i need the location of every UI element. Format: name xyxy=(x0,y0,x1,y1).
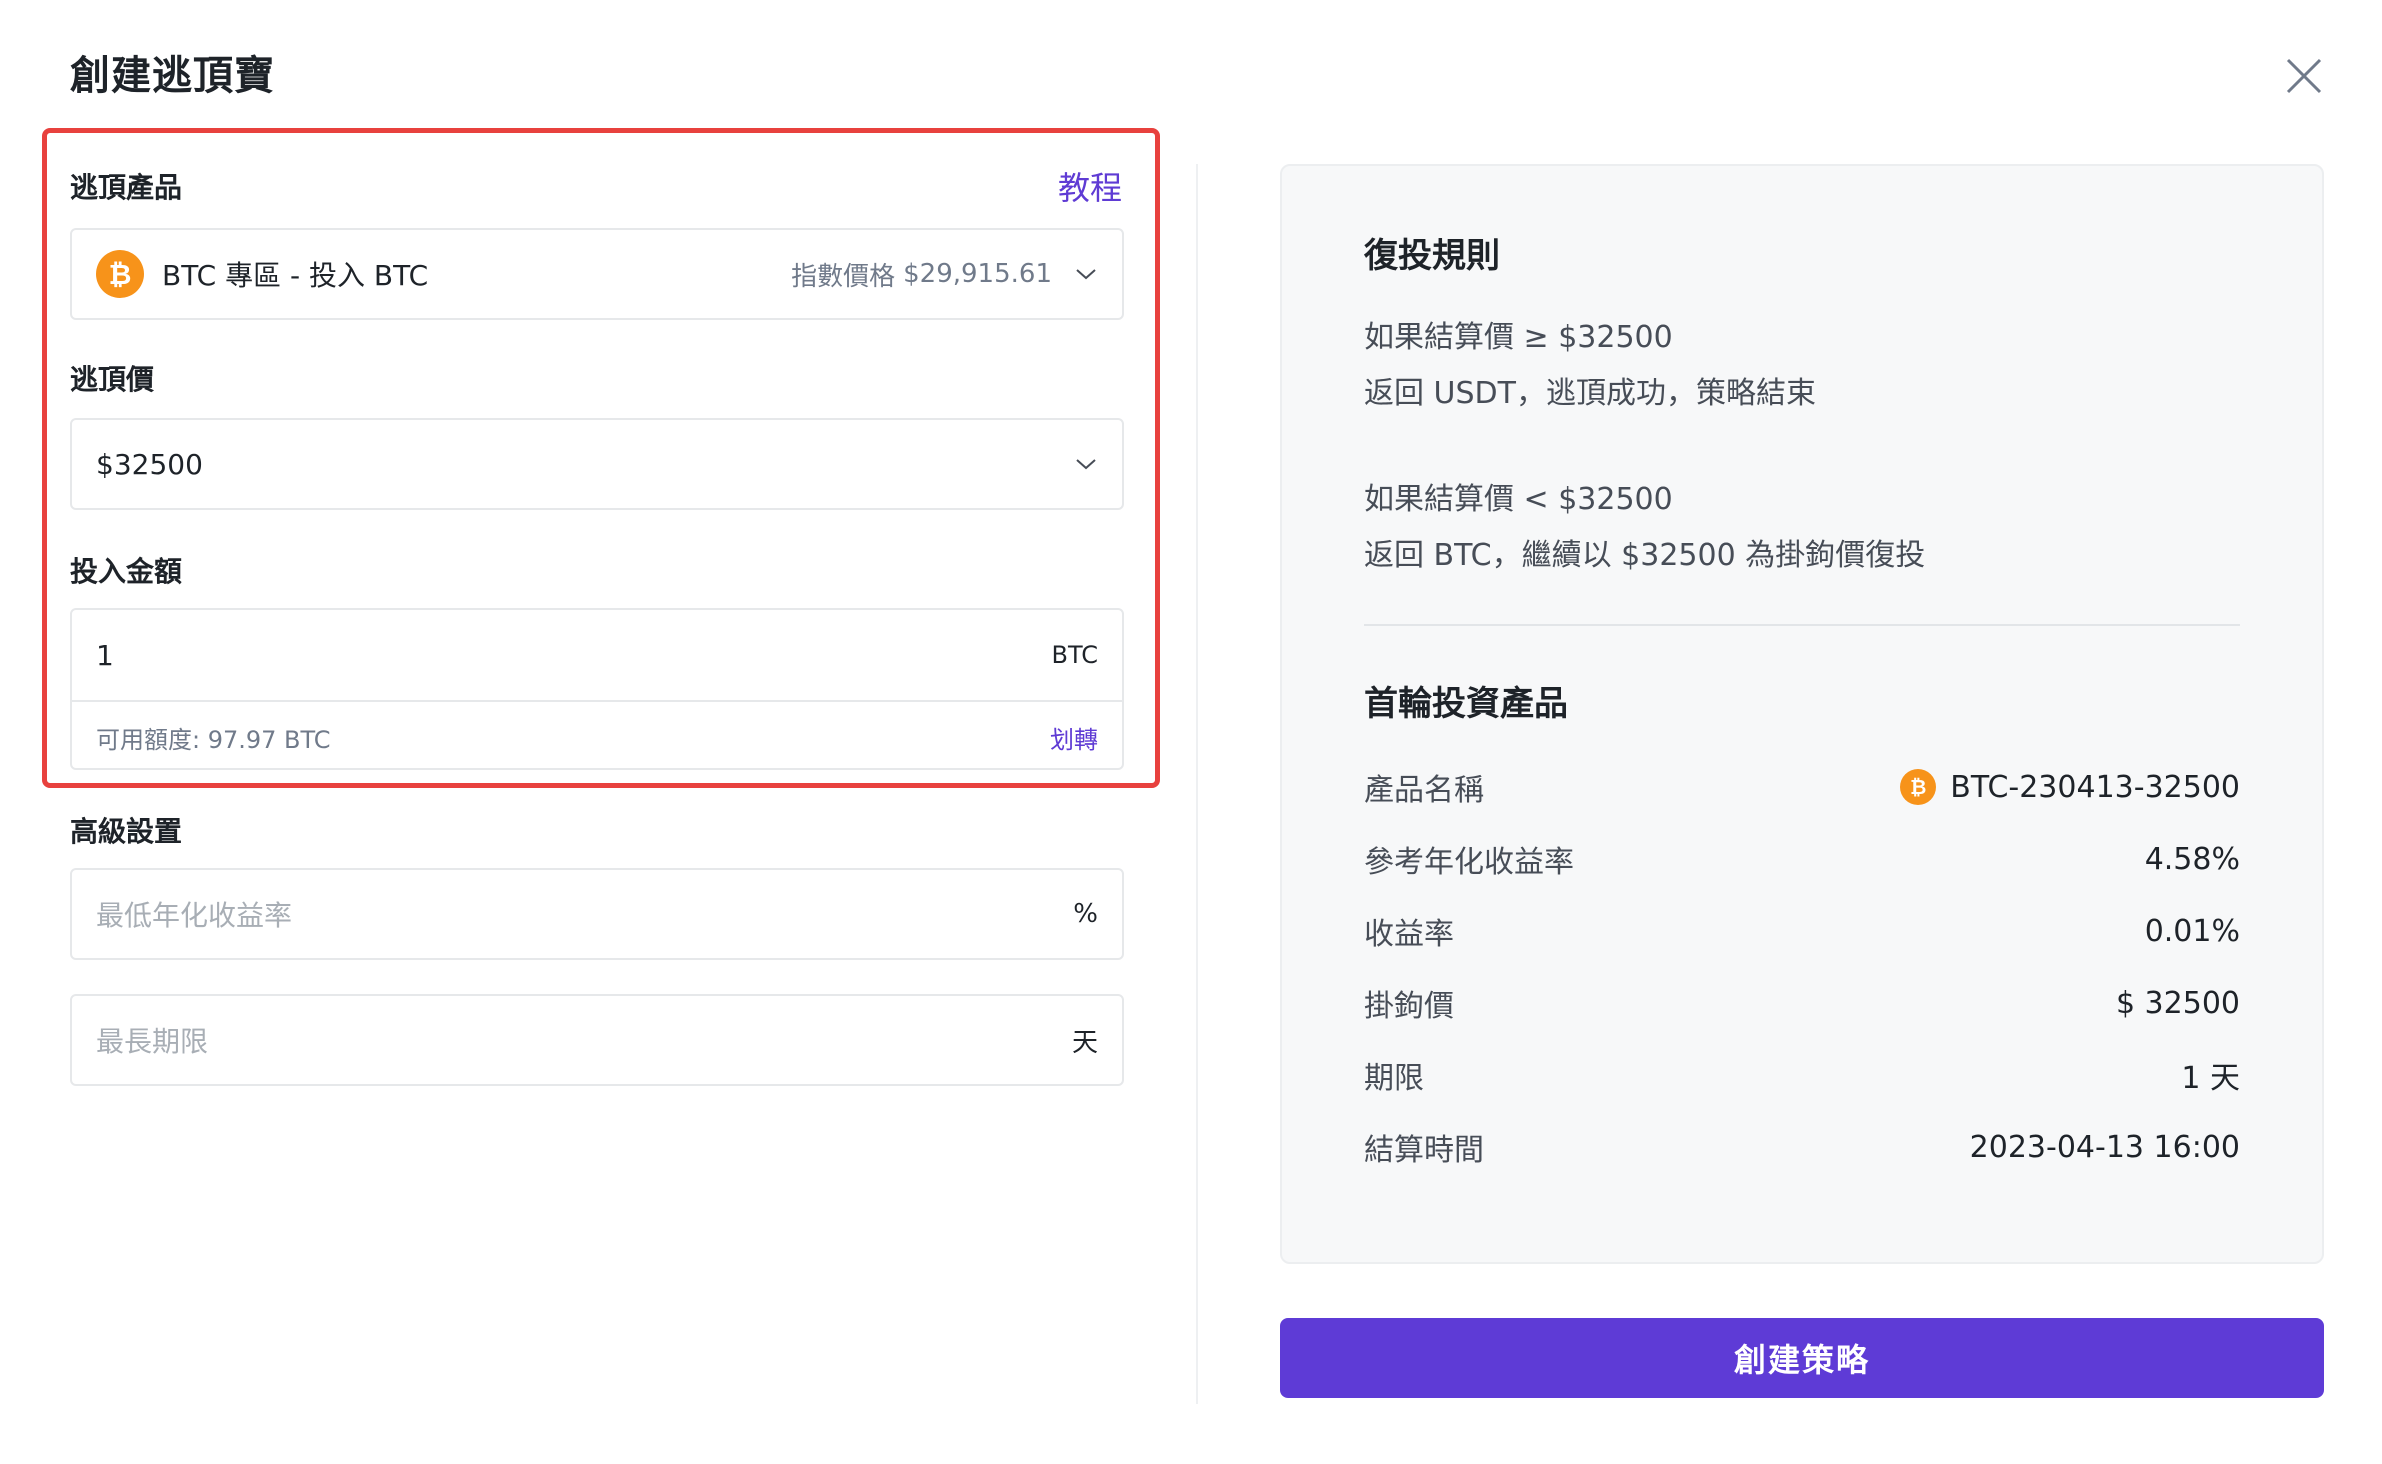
dialog-title: 創建逃頂寶 xyxy=(70,53,275,99)
detail-key: 結算時間 xyxy=(1364,1133,1484,1168)
detail-key: 收益率 xyxy=(1364,917,1454,952)
detail-value: $ 32500 xyxy=(2115,985,2240,1021)
index-price-label: 指數價格 xyxy=(791,261,896,292)
min-yield-input[interactable]: 最低年化收益率 % xyxy=(70,868,1124,960)
target-price-label: 逃頂價 xyxy=(70,363,155,396)
target-price-select[interactable]: $32500 xyxy=(70,418,1124,510)
min-yield-unit: % xyxy=(1073,899,1098,929)
chevron-down-icon xyxy=(1076,269,1096,280)
product-select[interactable]: ₿ BTC 專區 - 投入 BTC 指數價格 $29,915.61 xyxy=(70,228,1124,320)
product-label: 逃頂產品 xyxy=(70,171,183,204)
detail-value: BTC-230413-32500 xyxy=(1950,769,2240,805)
detail-row-yield: 收益率 0.01% xyxy=(1364,906,2240,956)
min-yield-placeholder: 最低年化收益率 xyxy=(96,899,293,932)
detail-row-term: 期限 1 天 xyxy=(1364,1050,2240,1100)
column-divider xyxy=(1196,164,1198,1404)
amount-unit: BTC xyxy=(1051,641,1098,669)
rule1-line1: 如果結算價 ≥ $32500 xyxy=(1364,320,1673,355)
max-term-unit: 天 xyxy=(1071,1027,1098,1058)
max-term-input[interactable]: 最長期限 天 xyxy=(70,994,1124,1086)
detail-row-settlement-time: 結算時間 2023-04-13 16:00 xyxy=(1364,1122,2240,1172)
detail-value: 0.01% xyxy=(2144,913,2240,949)
detail-row-product-name: 產品名稱 ₿ BTC-230413-32500 xyxy=(1364,762,2240,812)
detail-key: 期限 xyxy=(1364,1061,1424,1096)
create-strategy-button[interactable]: 創建策略 xyxy=(1280,1318,2324,1398)
detail-value: 1 天 xyxy=(2181,1061,2240,1096)
target-price-value: $32500 xyxy=(96,447,203,481)
panel-divider xyxy=(1364,624,2240,626)
btc-coin-icon: ₿ xyxy=(96,250,144,298)
product-selected: BTC 專區 - 投入 BTC xyxy=(162,259,429,292)
amount-value: 1 xyxy=(96,638,114,672)
rules-title: 復投規則 xyxy=(1364,236,1500,276)
detail-row-ref-yield: 參考年化收益率 4.58% xyxy=(1364,834,2240,884)
detail-key: 掛鉤價 xyxy=(1364,989,1454,1024)
amount-group: 1 BTC 可用額度: 97.97 BTC 划轉 xyxy=(70,608,1124,770)
chevron-down-icon xyxy=(1076,459,1096,470)
available-amount: 可用額度: 97.97 BTC xyxy=(96,725,331,754)
rule2-line2: 返回 BTC，繼續以 $32500 為掛鉤價復投 xyxy=(1364,538,1926,573)
index-price-value: $29,915.61 xyxy=(903,259,1052,289)
detail-key: 參考年化收益率 xyxy=(1364,845,1574,880)
tutorial-link[interactable]: 教程 xyxy=(1058,166,1122,210)
advanced-label: 高級設置 xyxy=(70,815,183,848)
detail-row-linked-price: 掛鉤價 $ 32500 xyxy=(1364,978,2240,1028)
amount-label: 投入金額 xyxy=(70,555,183,588)
transfer-link[interactable]: 划轉 xyxy=(1050,720,1098,755)
close-button[interactable] xyxy=(2284,56,2324,96)
product-title: 首輪投資產品 xyxy=(1364,684,1568,724)
amount-input[interactable]: 1 BTC xyxy=(72,610,1122,702)
available-row: 可用額度: 97.97 BTC 划轉 xyxy=(72,702,1122,772)
close-icon xyxy=(2286,58,2322,94)
detail-key: 產品名稱 xyxy=(1364,773,1484,808)
rule2-line1: 如果結算價 < $32500 xyxy=(1364,482,1673,517)
max-term-placeholder: 最長期限 xyxy=(96,1025,209,1058)
rule1-line2: 返回 USDT，逃頂成功，策略結束 xyxy=(1364,376,1816,411)
detail-value: 2023-04-13 16:00 xyxy=(1969,1129,2240,1165)
btc-coin-icon: ₿ xyxy=(1900,769,1937,805)
detail-value: 4.58% xyxy=(2144,841,2240,877)
